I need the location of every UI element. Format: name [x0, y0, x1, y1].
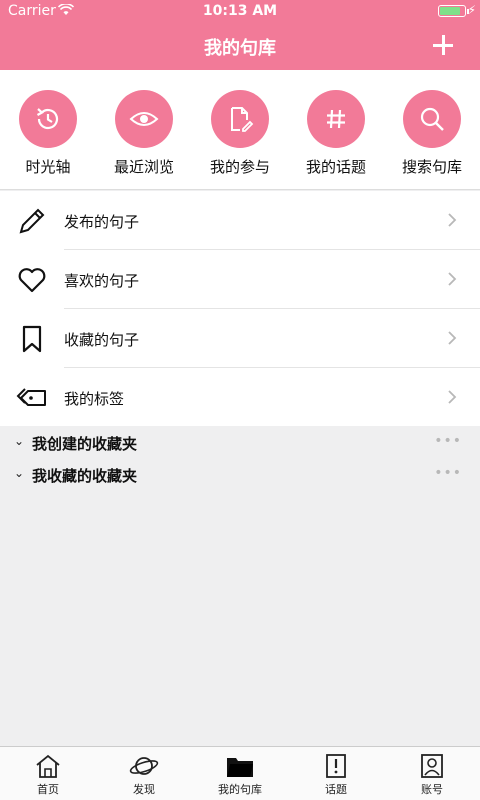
quick-action-label: 最近浏览: [113, 158, 174, 176]
quick-action-topics[interactable]: 我的话题: [288, 90, 384, 177]
bookmark-icon: [16, 323, 48, 355]
home-icon: [0, 753, 96, 779]
folder-groups: ⌄ 我创建的收藏夹 ••• ⌄ 我收藏的收藏夹 •••: [0, 426, 480, 746]
tab-label: 我的句库: [218, 783, 262, 796]
quick-action-label: 我的参与: [209, 158, 270, 176]
menu-list: 发布的句子 喜欢的句子 收藏的句子 我的标签: [0, 191, 480, 427]
heart-icon: [16, 264, 48, 296]
hashtag-icon: [307, 90, 365, 148]
chevron-right-icon: [446, 389, 458, 405]
topic-book-icon: [288, 753, 384, 779]
folder-group-collected[interactable]: ⌄ 我收藏的收藏夹 •••: [0, 458, 480, 490]
tab-label: 首页: [37, 783, 59, 796]
folder-group-created[interactable]: ⌄ 我创建的收藏夹 •••: [0, 426, 480, 458]
page-title: 我的句库: [204, 38, 276, 59]
chevron-right-icon: [446, 330, 458, 346]
tab-discover[interactable]: 发现: [96, 753, 192, 797]
menu-item-tags[interactable]: 我的标签: [0, 368, 480, 427]
add-button[interactable]: [428, 30, 458, 60]
charging-icon: ⚡: [467, 3, 476, 17]
tab-label: 账号: [421, 783, 443, 796]
quick-action-label: 我的话题: [305, 158, 366, 176]
tab-topics[interactable]: 话题: [288, 753, 384, 797]
tab-bar: 首页 发现 我的句库 话题 账号: [0, 746, 480, 800]
edit-document-icon: [211, 90, 269, 148]
eye-icon: [115, 90, 173, 148]
folder-group-label: 我创建的收藏夹: [32, 435, 138, 453]
planet-icon: [96, 753, 192, 779]
folder-group-label: 我收藏的收藏夹: [32, 467, 138, 485]
quick-action-recent[interactable]: 最近浏览: [96, 90, 192, 177]
menu-item-favorited[interactable]: 收藏的句子: [0, 309, 480, 368]
status-bar: Carrier 10:13 AM ⚡: [0, 0, 480, 22]
clock: 10:13 AM: [202, 3, 278, 19]
chevron-right-icon: [446, 212, 458, 228]
tab-label: 话题: [325, 783, 347, 796]
more-icon[interactable]: •••: [434, 433, 462, 449]
menu-item-label: 发布的句子: [64, 213, 140, 231]
quick-action-timeline[interactable]: 时光轴: [0, 90, 96, 177]
quick-action-label: 时光轴: [25, 158, 71, 176]
tab-label: 发现: [133, 783, 155, 796]
menu-item-published[interactable]: 发布的句子: [0, 191, 480, 250]
search-icon: [403, 90, 461, 148]
tags-icon: [16, 382, 48, 414]
nav-bar: 我的句库: [0, 22, 480, 70]
menu-item-label: 我的标签: [64, 390, 125, 408]
battery-icon: [438, 5, 469, 17]
quick-action-participation[interactable]: 我的参与: [192, 90, 288, 177]
tab-my-library[interactable]: 我的句库: [192, 753, 288, 797]
chevron-right-icon: [446, 271, 458, 287]
folder-icon: [192, 753, 288, 779]
account-icon: [384, 753, 480, 779]
chevron-down-icon: ⌄: [14, 466, 25, 480]
tab-home[interactable]: 首页: [0, 753, 96, 797]
menu-item-label: 收藏的句子: [64, 331, 140, 349]
tab-account[interactable]: 账号: [384, 753, 480, 797]
pencil-icon: [16, 205, 48, 237]
more-icon[interactable]: •••: [434, 465, 462, 481]
quick-actions: 时光轴 最近浏览 我的参与 我的话题 搜索句库: [0, 70, 480, 190]
quick-action-search[interactable]: 搜索句库: [384, 90, 480, 177]
history-icon: [19, 90, 77, 148]
menu-item-label: 喜欢的句子: [64, 272, 140, 290]
quick-action-label: 搜索句库: [401, 158, 462, 176]
chevron-down-icon: ⌄: [14, 434, 25, 448]
menu-item-liked[interactable]: 喜欢的句子: [0, 250, 480, 309]
